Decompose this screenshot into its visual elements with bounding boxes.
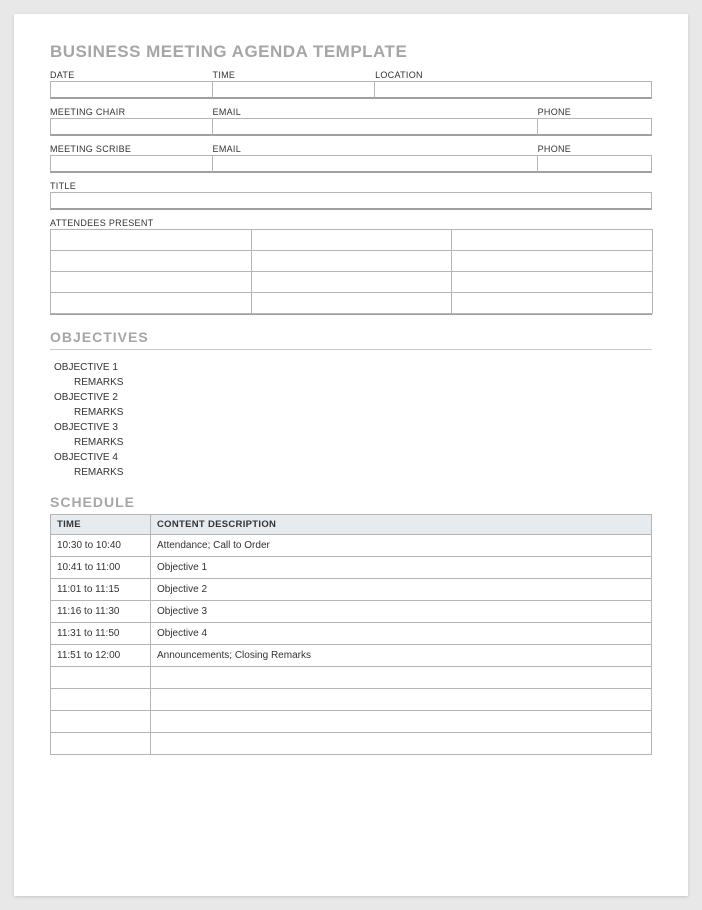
attendee-cell[interactable] [251,292,453,314]
row-chair: MEETING CHAIR EMAIL PHONE [50,107,652,136]
table-row [51,689,652,711]
table-row [51,667,652,689]
scribe-phone-input[interactable] [538,155,652,173]
schedule-content-cell[interactable]: Objective 3 [151,601,652,623]
attendees-label: ATTENDEES PRESENT [50,218,652,228]
chair-input[interactable] [50,118,213,136]
title-label: TITLE [50,181,652,191]
objective-remarks-label: REMARKS [50,465,652,480]
attendee-cell[interactable] [251,271,453,293]
scribe-email-input[interactable] [213,155,538,173]
chair-phone-label: PHONE [538,107,652,117]
table-row: 11:16 to 11:30Objective 3 [51,601,652,623]
schedule-time-cell[interactable]: 11:01 to 11:15 [51,579,151,601]
divider [50,349,652,350]
page-title: BUSINESS MEETING AGENDA TEMPLATE [50,42,652,62]
chair-label: MEETING CHAIR [50,107,213,117]
schedule-content-cell[interactable] [151,689,652,711]
objective-name: OBJECTIVE 1 [50,360,652,375]
objective-remarks-label: REMARKS [50,375,652,390]
schedule-content-cell[interactable] [151,733,652,755]
schedule-time-cell[interactable]: 11:51 to 12:00 [51,645,151,667]
schedule-table: TIME CONTENT DESCRIPTION 10:30 to 10:40A… [50,514,652,755]
objective-name: OBJECTIVE 2 [50,390,652,405]
schedule-time-cell[interactable] [51,711,151,733]
title-input[interactable] [50,192,652,210]
content-header: CONTENT DESCRIPTION [151,515,652,535]
objective-name: OBJECTIVE 4 [50,450,652,465]
table-row [51,711,652,733]
attendee-cell[interactable] [451,250,653,272]
schedule-time-cell[interactable] [51,733,151,755]
schedule-content-cell[interactable]: Objective 4 [151,623,652,645]
row-date-time-location: DATE TIME LOCATION [50,70,652,99]
schedule-time-cell[interactable]: 10:41 to 11:00 [51,557,151,579]
row-scribe: MEETING SCRIBE EMAIL PHONE [50,144,652,173]
scribe-phone-label: PHONE [538,144,652,154]
attendee-cell[interactable] [251,250,453,272]
attendee-cell[interactable] [451,292,653,314]
attendee-cell[interactable] [50,229,252,251]
time-header: TIME [51,515,151,535]
scribe-input[interactable] [50,155,213,173]
objective-remarks-label: REMARKS [50,435,652,450]
chair-email-input[interactable] [213,118,538,136]
schedule-time-cell[interactable]: 11:16 to 11:30 [51,601,151,623]
date-label: DATE [50,70,213,80]
scribe-label: MEETING SCRIBE [50,144,213,154]
attendee-cell[interactable] [251,229,453,251]
table-row [51,733,652,755]
time-input[interactable] [213,81,376,99]
attendees-section: ATTENDEES PRESENT [50,218,652,315]
table-row: 11:01 to 11:15Objective 2 [51,579,652,601]
schedule-time-cell[interactable] [51,689,151,711]
chair-phone-input[interactable] [538,118,652,136]
schedule-content-cell[interactable]: Announcements; Closing Remarks [151,645,652,667]
attendees-grid [50,229,652,315]
date-input[interactable] [50,81,213,99]
schedule-time-cell[interactable]: 11:31 to 11:50 [51,623,151,645]
attendee-cell[interactable] [451,271,653,293]
schedule-content-cell[interactable]: Objective 2 [151,579,652,601]
location-label: LOCATION [375,70,652,80]
table-row: 10:30 to 10:40Attendance; Call to Order [51,535,652,557]
schedule-heading: SCHEDULE [50,494,652,510]
schedule-time-cell[interactable] [51,667,151,689]
time-label: TIME [213,70,376,80]
schedule-content-cell[interactable] [151,667,652,689]
table-row: 11:51 to 12:00Announcements; Closing Rem… [51,645,652,667]
attendee-cell[interactable] [50,250,252,272]
objectives-list: OBJECTIVE 1REMARKSOBJECTIVE 2REMARKSOBJE… [50,360,652,480]
table-row: 11:31 to 11:50Objective 4 [51,623,652,645]
schedule-content-cell[interactable]: Attendance; Call to Order [151,535,652,557]
chair-email-label: EMAIL [213,107,538,117]
document-page: BUSINESS MEETING AGENDA TEMPLATE DATE TI… [14,14,688,896]
row-title: TITLE [50,181,652,210]
scribe-email-label: EMAIL [213,144,538,154]
schedule-content-cell[interactable]: Objective 1 [151,557,652,579]
table-row: 10:41 to 11:00Objective 1 [51,557,652,579]
location-input[interactable] [375,81,652,99]
attendee-cell[interactable] [451,229,653,251]
attendee-cell[interactable] [50,292,252,314]
objective-name: OBJECTIVE 3 [50,420,652,435]
schedule-content-cell[interactable] [151,711,652,733]
schedule-time-cell[interactable]: 10:30 to 10:40 [51,535,151,557]
objective-remarks-label: REMARKS [50,405,652,420]
objectives-heading: OBJECTIVES [50,329,652,345]
attendee-cell[interactable] [50,271,252,293]
